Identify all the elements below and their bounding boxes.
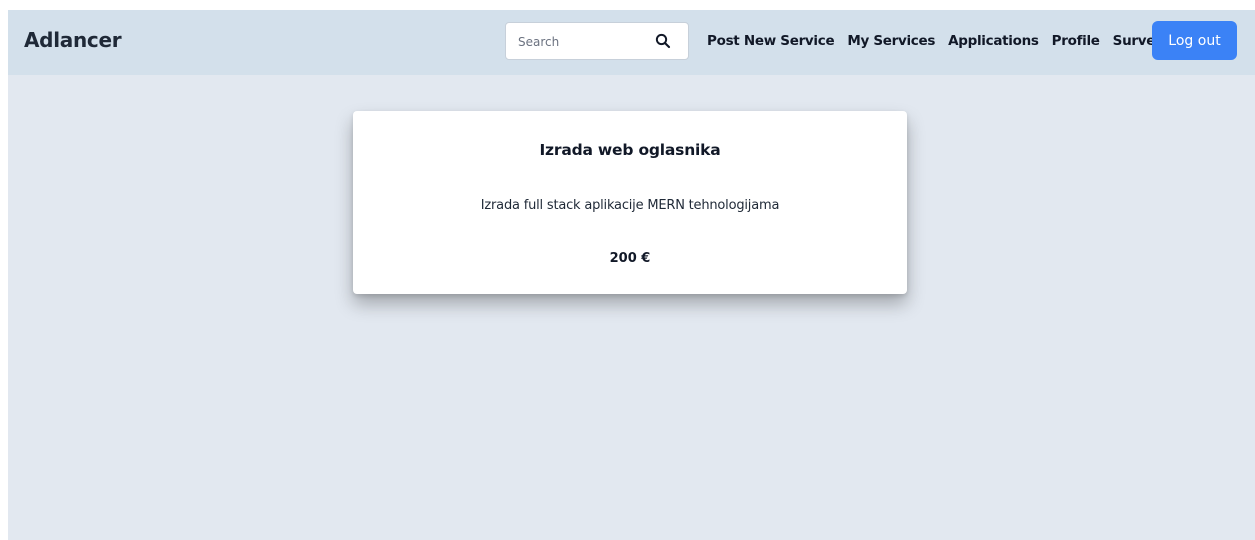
logout-button[interactable]: Log out: [1152, 21, 1237, 60]
nav-link-profile[interactable]: Profile: [1052, 33, 1100, 49]
brand-logo[interactable]: Adlancer: [24, 28, 122, 52]
search-box: [505, 22, 689, 60]
nav-link-my-services[interactable]: My Services: [847, 33, 935, 49]
search-input[interactable]: [518, 32, 648, 52]
service-title: Izrada web oglasnika: [539, 141, 721, 159]
nav-links: Post New Service My Services Application…: [707, 33, 1164, 49]
nav-link-post-new-service[interactable]: Post New Service: [707, 33, 835, 49]
navbar: Adlancer Post New Service My Services Ap…: [8, 10, 1255, 75]
service-price: 200 €: [609, 251, 651, 266]
service-description: Izrada full stack aplikacije MERN tehnol…: [480, 198, 780, 213]
nav-link-applications[interactable]: Applications: [948, 33, 1039, 49]
app-frame: Adlancer Post New Service My Services Ap…: [8, 10, 1255, 540]
search-icon[interactable]: [654, 32, 672, 50]
service-card[interactable]: Izrada web oglasnika Izrada full stack a…: [353, 111, 907, 294]
